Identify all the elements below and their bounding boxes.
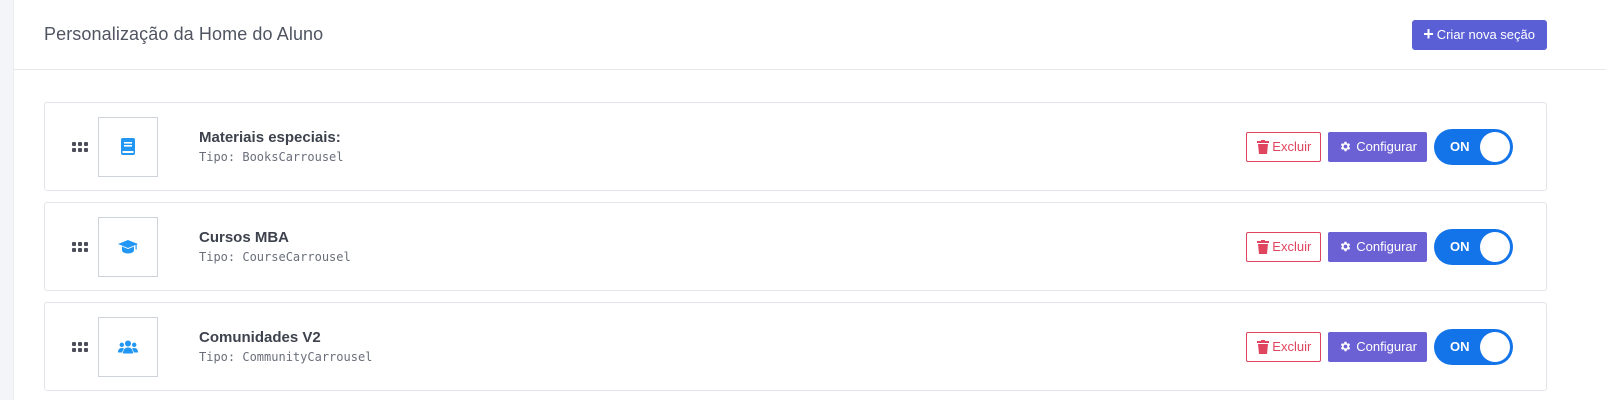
delete-label: Excluir xyxy=(1272,239,1312,254)
trash-icon xyxy=(1257,339,1270,354)
section-row: Cursos MBA Tipo: CourseCarrousel Excluir xyxy=(44,202,1547,291)
page-title: Personalização da Home do Aluno xyxy=(44,24,324,44)
section-name: Materiais especiais: xyxy=(199,129,341,146)
users-icon xyxy=(118,340,138,353)
section-row: Materiais especiais: Tipo: BooksCarrouse… xyxy=(44,102,1547,191)
section-type: Tipo: CourseCarrousel xyxy=(199,250,351,264)
delete-button[interactable]: Excluir xyxy=(1246,131,1322,162)
section-row: Comunidades V2 Tipo: CommunityCarrousel … xyxy=(44,302,1547,391)
gear-icon xyxy=(1341,141,1351,152)
toggle-knob xyxy=(1480,131,1510,162)
section-thumbnail xyxy=(98,116,158,177)
gear-icon xyxy=(1341,241,1351,252)
trash-icon xyxy=(1257,239,1270,254)
section-enabled-toggle[interactable]: ON xyxy=(1434,328,1513,365)
configure-label: Configurar xyxy=(1356,339,1417,354)
section-type: Tipo: CommunityCarrousel xyxy=(199,350,373,364)
configure-button[interactable]: Configurar xyxy=(1328,131,1427,162)
toggle-knob xyxy=(1480,231,1510,262)
trash-icon xyxy=(1257,139,1270,154)
delete-label: Excluir xyxy=(1272,339,1312,354)
plus-icon: + xyxy=(1423,23,1434,44)
toggle-knob xyxy=(1480,331,1510,362)
configure-label: Configurar xyxy=(1356,239,1417,254)
book-icon xyxy=(121,138,135,155)
delete-button[interactable]: Excluir xyxy=(1246,331,1322,362)
drag-handle-icon[interactable] xyxy=(72,241,88,252)
section-actions: Excluir Configurar ON xyxy=(1246,228,1513,265)
gear-icon xyxy=(1341,341,1351,352)
toggle-label: ON xyxy=(1450,238,1470,254)
section-enabled-toggle[interactable]: ON xyxy=(1434,228,1513,265)
drag-handle-icon[interactable] xyxy=(72,141,88,152)
configure-button[interactable]: Configurar xyxy=(1328,231,1427,262)
sections-list: Materiais especiais: Tipo: BooksCarrouse… xyxy=(14,70,1606,391)
delete-label: Excluir xyxy=(1272,139,1312,154)
card-header: Personalização da Home do Aluno + Criar … xyxy=(14,0,1606,70)
section-actions: Excluir Configurar ON xyxy=(1246,128,1513,165)
section-name: Comunidades V2 xyxy=(199,329,321,346)
section-type: Tipo: BooksCarrousel xyxy=(199,150,344,164)
section-enabled-toggle[interactable]: ON xyxy=(1434,128,1513,165)
section-thumbnail xyxy=(98,316,158,377)
drag-handle-icon[interactable] xyxy=(72,341,88,352)
section-actions: Excluir Configurar ON xyxy=(1246,328,1513,365)
delete-button[interactable]: Excluir xyxy=(1246,231,1322,262)
create-section-button[interactable]: + Criar nova seção xyxy=(1412,19,1547,50)
configure-label: Configurar xyxy=(1356,139,1417,154)
home-customization-card: Personalização da Home do Aluno + Criar … xyxy=(13,0,1606,400)
section-name: Cursos MBA xyxy=(199,229,290,246)
graduation-cap-icon xyxy=(118,239,138,253)
toggle-label: ON xyxy=(1450,338,1470,354)
section-thumbnail xyxy=(98,216,158,277)
toggle-label: ON xyxy=(1450,138,1470,154)
create-section-label: Criar nova seção xyxy=(1436,27,1535,42)
configure-button[interactable]: Configurar xyxy=(1328,331,1427,362)
